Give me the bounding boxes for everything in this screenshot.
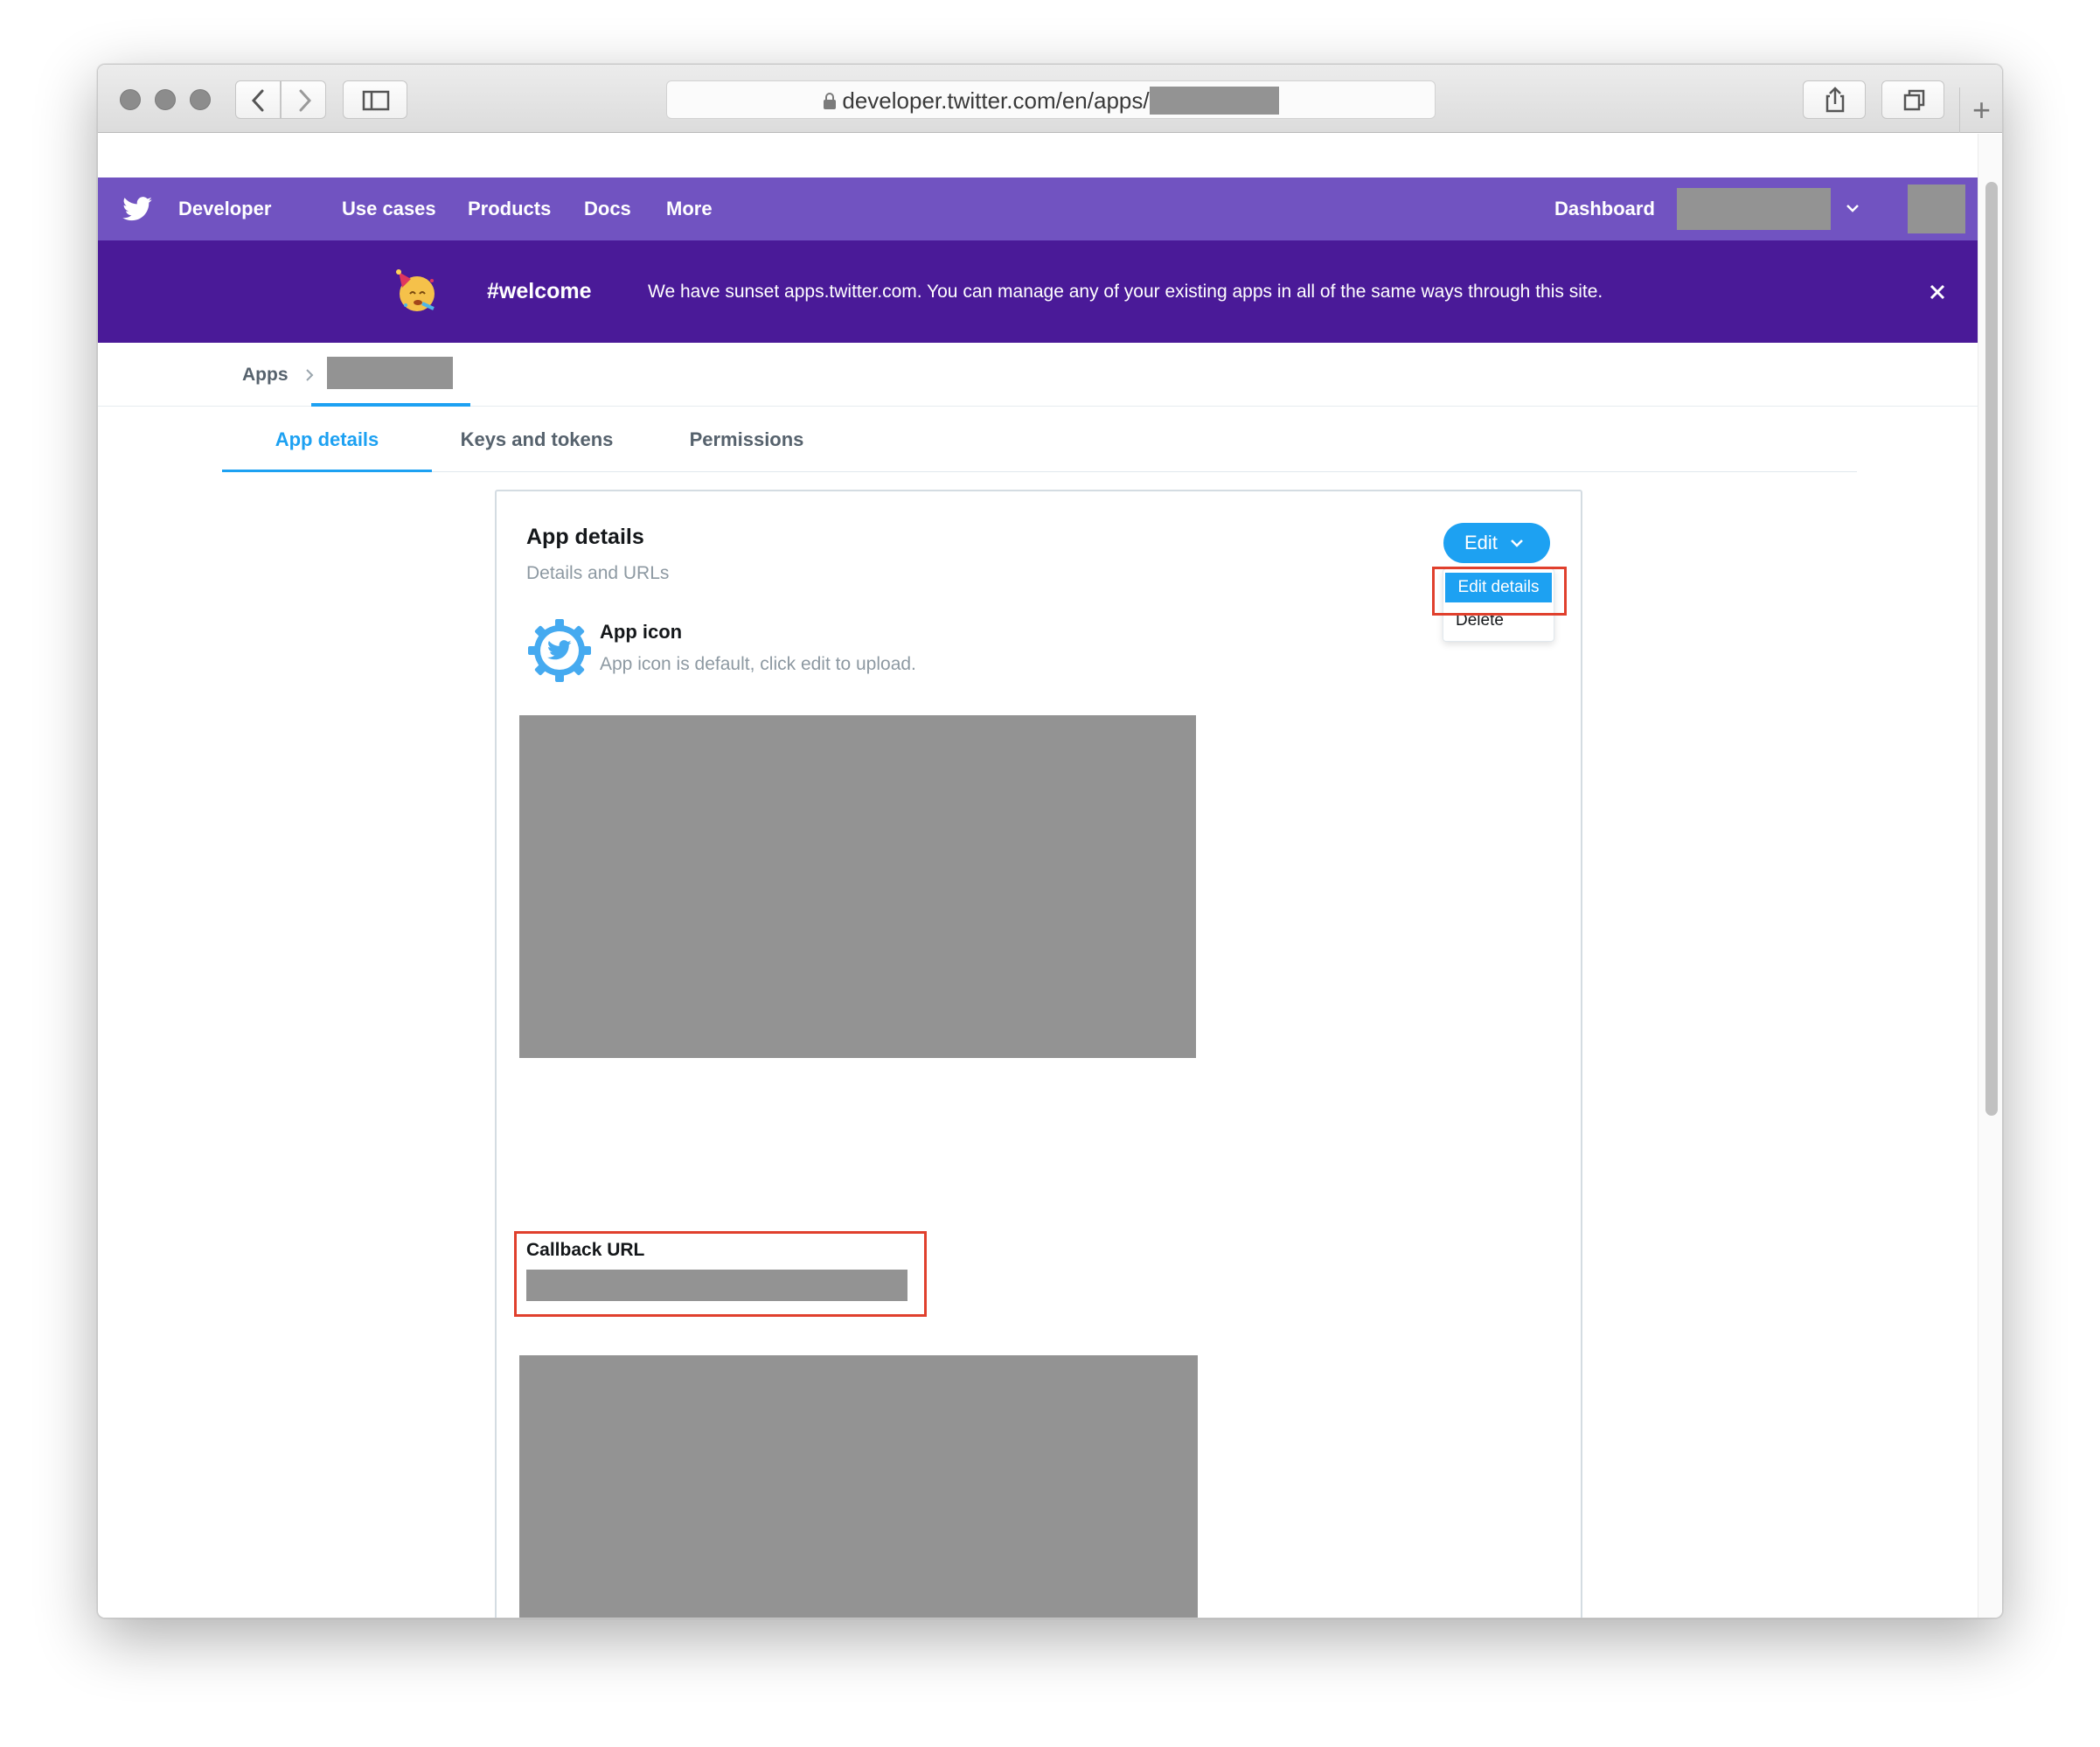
- browser-toolbar: developer.twitter.com/en/apps/: [98, 65, 2002, 133]
- forward-arrow-icon: [299, 89, 312, 112]
- back-arrow-icon: [251, 89, 264, 112]
- highlight-edit-details: [1432, 567, 1567, 616]
- minimize-window-button[interactable]: [155, 89, 176, 110]
- edit-button-label: Edit: [1464, 532, 1498, 553]
- brand-developer[interactable]: Developer: [178, 177, 271, 240]
- redacted-app-name: [327, 357, 453, 389]
- plus-icon: +: [1971, 92, 1992, 128]
- close-window-button[interactable]: [120, 89, 141, 110]
- redacted-more-details-block: [519, 1355, 1198, 1618]
- app-icon-title: App icon: [600, 621, 683, 643]
- lock-icon: [824, 93, 837, 109]
- breadcrumb-apps[interactable]: Apps: [242, 343, 289, 407]
- app-details-card: App details Details and URLs Edit Edit d…: [495, 490, 1582, 1618]
- welcome-banner: #welcome We have sunset apps.twitter.com…: [98, 240, 1978, 343]
- zoom-window-button[interactable]: [190, 89, 211, 110]
- nav-products[interactable]: Products: [468, 177, 551, 240]
- card-title: App details: [526, 525, 644, 549]
- url-text: developer.twitter.com/en/apps/: [842, 87, 1150, 114]
- share-icon: [1825, 87, 1845, 113]
- app-tabs: App details Keys and tokens Permissions: [222, 407, 1857, 472]
- new-tab-button[interactable]: +: [1959, 87, 2002, 133]
- chevron-down-icon[interactable]: [1845, 202, 1860, 214]
- sidebar-button[interactable]: [343, 80, 407, 119]
- forward-button[interactable]: [281, 80, 326, 119]
- tab-app-details[interactable]: App details: [222, 407, 432, 472]
- back-button[interactable]: [235, 80, 281, 119]
- edit-button[interactable]: Edit: [1443, 523, 1550, 563]
- nav-dashboard[interactable]: Dashboard: [1554, 177, 1655, 240]
- party-face-icon: [396, 269, 435, 311]
- banner-tag: #welcome: [487, 279, 592, 303]
- browser-window: developer.twitter.com/en/apps/ + Develop…: [97, 64, 2003, 1618]
- redacted-account-name[interactable]: [1677, 188, 1831, 230]
- tabs-icon: [1903, 89, 1925, 111]
- nav-more[interactable]: More: [666, 177, 713, 240]
- breadcrumb: Apps: [98, 343, 1978, 407]
- tab-keys-and-tokens[interactable]: Keys and tokens: [432, 407, 642, 472]
- chevron-right-icon: [306, 369, 314, 381]
- page-viewport: Developer Use cases Products Docs More D…: [98, 134, 1978, 1618]
- close-icon[interactable]: [1929, 283, 1946, 301]
- address-bar[interactable]: developer.twitter.com/en/apps/: [666, 80, 1436, 119]
- scrollbar-thumb[interactable]: [1985, 182, 1998, 1116]
- app-icon-description: App icon is default, click edit to uploa…: [600, 654, 916, 674]
- share-button[interactable]: [1803, 80, 1866, 119]
- nav-use-cases[interactable]: Use cases: [342, 177, 436, 240]
- callback-url-label: Callback URL: [526, 1240, 645, 1260]
- twitter-bird-icon[interactable]: [122, 197, 152, 221]
- sidebar-icon: [362, 90, 390, 111]
- tab-permissions[interactable]: Permissions: [642, 407, 852, 472]
- tabs-overview-button[interactable]: [1881, 80, 1944, 119]
- nav-docs[interactable]: Docs: [584, 177, 631, 240]
- redacted-details-block: [519, 715, 1196, 1058]
- top-nav: Developer Use cases Products Docs More D…: [98, 177, 1978, 240]
- banner-message: We have sunset apps.twitter.com. You can…: [648, 282, 1603, 302]
- avatar[interactable]: [1908, 184, 1965, 233]
- app-icon-gear-bird-icon: [528, 619, 591, 682]
- card-subtitle: Details and URLs: [526, 563, 670, 583]
- redacted-app-id: [1149, 87, 1279, 115]
- redacted-callback-url: [526, 1270, 907, 1301]
- chevron-down-icon: [1511, 539, 1523, 547]
